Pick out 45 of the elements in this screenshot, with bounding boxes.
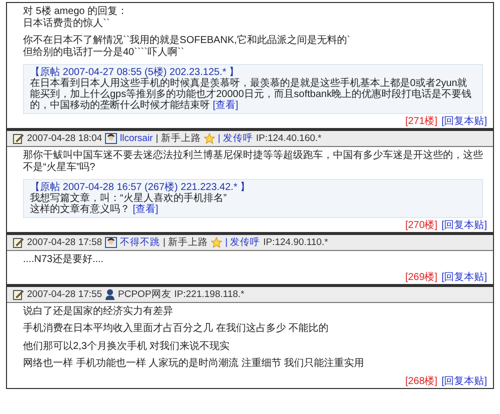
edit-note-icon — [13, 288, 24, 300]
floor-link[interactable]: [269楼] — [405, 272, 438, 282]
post-text: 但给别的电话打一分是40````吓人啊`` — [23, 46, 186, 58]
post-text: 那你干鲅叫中国车迷不要去迷恋法拉利兰博基尼保时捷等等超级跑车，中国有多少车迷是开这些的，这些不是“火星车”吗? — [23, 150, 483, 173]
post-text: 手机消费在日本平均收入里面才占百分之几 在我们这占多少 不能比的 — [23, 323, 330, 334]
ip-address: IP:221.198.118.* — [174, 288, 244, 300]
reply-link[interactable]: [回复本贴] — [441, 220, 487, 231]
quote-header: 【原帖 2007-04-27 08:55 (5楼) 202.23.125.* 】 — [30, 67, 240, 78]
quote-text: 在日本看到日本人用这些手机的时候真是羡慕呀，最羡慕的是就是这些手机基本上都是0或者2yun就能买到，加上什么gps等推别多的功能也才20000日元，而且softbank晚上的优惠时段打电话是不要钱的，中国移动的垄断什么时候才能结束呀 [查看] — [30, 78, 473, 111]
reply-link[interactable]: [回复本贴] — [441, 116, 487, 127]
post-date: 2007-04-28 18:04 — [27, 133, 102, 144]
star-icon — [211, 237, 222, 248]
floor-link[interactable]: [268楼] — [405, 376, 438, 386]
username-link[interactable]: llcorsair — [120, 133, 153, 144]
reply-link[interactable]: [回复本贴] — [441, 272, 487, 282]
quote-text: 我想写篇文章，叫：“火星人喜欢的手机排名” 这样的文章有意义吗？ [查看] — [30, 193, 228, 215]
quote-header: 【原帖 2007-04-28 16:57 (267楼) 221.223.42.* 】 — [30, 182, 252, 193]
username-link[interactable]: 不得不跳 — [120, 236, 160, 249]
user-rank: | 新手上路 — [163, 236, 208, 249]
star-icon — [204, 133, 215, 144]
user-icon — [105, 288, 116, 300]
post-text: 说白了还是国家的经济实力有差异 — [23, 306, 174, 317]
ip-address: IP:124.40.160.* — [256, 133, 322, 144]
post-date: 2007-04-28 17:58 — [27, 237, 102, 248]
ip-address: IP:124.90.110.* — [263, 237, 328, 248]
post-text: 对 5楼 amego 的回复： — [23, 6, 128, 18]
edit-note-icon — [13, 133, 24, 144]
page-link[interactable]: | 发传呼 — [218, 132, 253, 145]
edit-note-icon — [13, 237, 24, 248]
user-rank: | 新手上路 — [156, 132, 201, 145]
floor-link[interactable]: [271楼] — [405, 116, 438, 127]
floor-link[interactable]: [270楼] — [405, 220, 438, 231]
avatar-icon — [105, 133, 118, 144]
avatar-icon — [105, 237, 118, 248]
post-text: ....N73还是要好.... — [23, 254, 105, 266]
page-link[interactable]: | 发传呼 — [225, 236, 260, 249]
view-link[interactable]: [查看] — [132, 204, 158, 215]
post-text: 你不在日本不了解情况``我用的就是SOFEBANK,它和此品派之间是无料的` — [23, 35, 352, 46]
username: PCPOP网友 — [118, 288, 172, 300]
post-date: 2007-04-28 17:55 — [27, 288, 102, 300]
reply-link[interactable]: [回复本贴] — [441, 376, 487, 386]
post-text: 网络也一样 手机功能也一样 人家玩的是时尚潮流 注重细节 我们只能注重实用 — [23, 358, 366, 370]
post-text: 他们那可以2,3个月换次手机 对我们来说不现实 — [23, 340, 231, 352]
post-text: 日本话费贵的惊人`` — [23, 18, 111, 29]
view-link[interactable]: [查看] — [212, 100, 238, 111]
